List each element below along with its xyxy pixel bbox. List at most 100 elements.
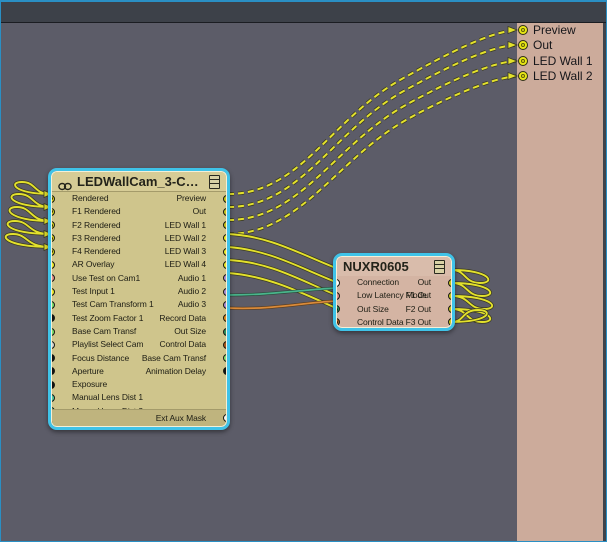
node-ledwallcam-title: LEDWallCam_3-Cam_4-Wall bbox=[77, 174, 204, 189]
node-nuxr0605-header[interactable]: NUXR0605 bbox=[337, 257, 451, 276]
output-label: Record Data bbox=[159, 312, 206, 323]
input-label: F1 Rendered bbox=[72, 206, 121, 217]
port-row: AR Overlay LED Wall 4 bbox=[52, 258, 226, 271]
input-port-test-input-1[interactable] bbox=[52, 287, 55, 296]
input-port-test-cam-transform-1[interactable] bbox=[52, 300, 55, 309]
output-label: LED Wall 3 bbox=[164, 246, 206, 257]
output-label: Animation Delay bbox=[145, 365, 207, 376]
input-label: Aperture bbox=[72, 365, 104, 376]
input-port-f2-rendered[interactable] bbox=[52, 221, 55, 230]
output-port-out-size[interactable] bbox=[223, 327, 226, 336]
node-nuxr0605[interactable]: NUXR0605 Connection Out Low Latency Mode F… bbox=[333, 253, 455, 331]
port-row: Out Size F2 Out bbox=[337, 303, 451, 316]
endpoint-port-icon[interactable] bbox=[518, 55, 528, 66]
input-label: F4 Rendered bbox=[72, 246, 121, 257]
output-port-audio-2[interactable] bbox=[223, 287, 226, 296]
input-label: F3 Rendered bbox=[72, 232, 121, 243]
endpoint-label: Out bbox=[533, 37, 553, 52]
input-port-f4-rendered[interactable] bbox=[52, 247, 55, 256]
output-label: F2 Out bbox=[405, 303, 431, 314]
output-port-base-cam-transf[interactable] bbox=[223, 354, 226, 363]
input-label: Base Cam Transf bbox=[72, 325, 137, 336]
input-port-playlist-select-cam[interactable] bbox=[52, 340, 55, 349]
input-port-ar-overlay[interactable] bbox=[52, 261, 55, 270]
output-port-audio-3[interactable] bbox=[223, 300, 226, 309]
output-label: LED Wall 2 bbox=[164, 232, 206, 243]
port-row: Control Data F3 Out bbox=[337, 316, 451, 327]
endpoint-label: Preview bbox=[533, 22, 576, 37]
input-port-rendered[interactable] bbox=[52, 194, 55, 203]
output-port-f3-out[interactable] bbox=[448, 318, 451, 327]
port-row: Connection Out bbox=[337, 276, 451, 289]
input-port-out-size[interactable] bbox=[337, 305, 340, 314]
topbar-divider bbox=[0, 22, 607, 23]
input-label: Out Size bbox=[357, 303, 389, 314]
hamburger-menu-icon[interactable] bbox=[434, 259, 445, 274]
output-port-led-wall-3[interactable] bbox=[223, 247, 226, 256]
output-label: LED Wall 1 bbox=[164, 219, 206, 230]
input-port-aperture[interactable] bbox=[52, 367, 55, 376]
port-row: Base Cam Transf Out Size bbox=[52, 325, 226, 338]
port-row: F3 Rendered LED Wall 2 bbox=[52, 232, 226, 245]
endpoint-port-icon[interactable] bbox=[518, 39, 528, 50]
port-row: Playlist Select Cam Control Data bbox=[52, 338, 226, 351]
input-label: Rendered bbox=[72, 193, 109, 203]
output-port-audio-1[interactable] bbox=[223, 274, 226, 283]
output-port-out[interactable] bbox=[223, 207, 226, 216]
input-port-control-data[interactable] bbox=[337, 318, 340, 327]
node-ledwallcam-header[interactable]: LEDWallCam_3-Cam_4-Wall bbox=[52, 172, 226, 192]
input-port-exposure[interactable] bbox=[52, 380, 55, 389]
output-label: Control Data bbox=[159, 339, 206, 350]
node-graph-canvas[interactable]: LEDWallCam_3-Cam_4-Wall Rendered Preview … bbox=[0, 0, 607, 542]
node-ledwallcam-ports: Rendered Preview F1 Rendered Out F2 Render… bbox=[52, 192, 226, 426]
input-label: AR Overlay bbox=[72, 259, 115, 270]
endpoint-led-wall-2[interactable]: LED Wall 2 bbox=[518, 68, 593, 83]
output-port-record-data[interactable] bbox=[223, 314, 226, 323]
port-row: F1 Rendered Out bbox=[52, 205, 226, 218]
input-label: Test Cam Transform 1 bbox=[72, 299, 154, 310]
output-port-led-wall-4[interactable] bbox=[223, 261, 226, 270]
endpoint-out[interactable]: Out bbox=[518, 37, 552, 52]
output-port-out[interactable] bbox=[448, 278, 451, 287]
output-label: Audio 2 bbox=[177, 286, 206, 297]
output-port-control-data[interactable] bbox=[223, 340, 226, 349]
input-port-manual-lens-dist-1[interactable] bbox=[52, 394, 55, 403]
endpoint-port-icon[interactable] bbox=[518, 70, 528, 81]
node-nuxr0605-ports: Connection Out Low Latency Mode F1 Out Out… bbox=[337, 276, 451, 327]
input-port-f1-rendered[interactable] bbox=[52, 207, 55, 216]
input-port-test-zoom-factor-1[interactable] bbox=[52, 314, 55, 323]
port-row: F4 Rendered LED Wall 3 bbox=[52, 245, 226, 258]
endpoint-arrowheads bbox=[507, 25, 519, 81]
port-row: Exposure bbox=[52, 378, 226, 391]
input-loopback-wires bbox=[4, 180, 52, 249]
port-row: F2 Rendered LED Wall 1 bbox=[52, 219, 226, 232]
port-row: Test Cam Transform 1 Audio 3 bbox=[52, 298, 226, 311]
input-port-focus-distance[interactable] bbox=[52, 354, 55, 363]
port-row: Aperture Animation Delay bbox=[52, 365, 226, 378]
endpoint-led-wall-1[interactable]: LED Wall 1 bbox=[518, 53, 593, 68]
output-port-animation-delay[interactable] bbox=[223, 367, 226, 376]
output-port-f1-out[interactable] bbox=[448, 291, 451, 300]
input-port-connection[interactable] bbox=[337, 278, 340, 287]
input-label: Use Test on Cam1 bbox=[72, 272, 141, 283]
output-label: Out bbox=[192, 206, 207, 217]
output-port-led-wall-1[interactable] bbox=[223, 221, 226, 230]
input-port-base-cam-transf[interactable] bbox=[52, 327, 55, 336]
output-label: Preview bbox=[176, 193, 206, 203]
node-ledwallcam[interactable]: LEDWallCam_3-Cam_4-Wall Rendered Preview … bbox=[48, 168, 230, 430]
hamburger-menu-icon[interactable] bbox=[209, 174, 220, 189]
output-port-preview[interactable] bbox=[223, 194, 226, 203]
output-port-led-wall-2[interactable] bbox=[223, 234, 226, 243]
port-row: Test Zoom Factor 1 Record Data bbox=[52, 312, 226, 325]
input-label: Exposure bbox=[72, 379, 108, 390]
node-ledwallcam-footer: Ext Aux Mask bbox=[52, 409, 226, 426]
input-label: Test Zoom Factor 1 bbox=[72, 312, 144, 323]
output-port-ext-aux-mask[interactable] bbox=[223, 414, 226, 422]
input-port-use-test-on-cam1[interactable] bbox=[52, 274, 55, 283]
endpoint-port-icon[interactable] bbox=[518, 24, 528, 35]
endpoint-preview[interactable]: Preview bbox=[518, 22, 576, 37]
input-port-f3-rendered[interactable] bbox=[52, 234, 55, 243]
output-label: Out Size bbox=[174, 325, 206, 336]
output-port-f2-out[interactable] bbox=[448, 305, 451, 314]
input-port-low-latency-mode[interactable] bbox=[337, 291, 340, 300]
